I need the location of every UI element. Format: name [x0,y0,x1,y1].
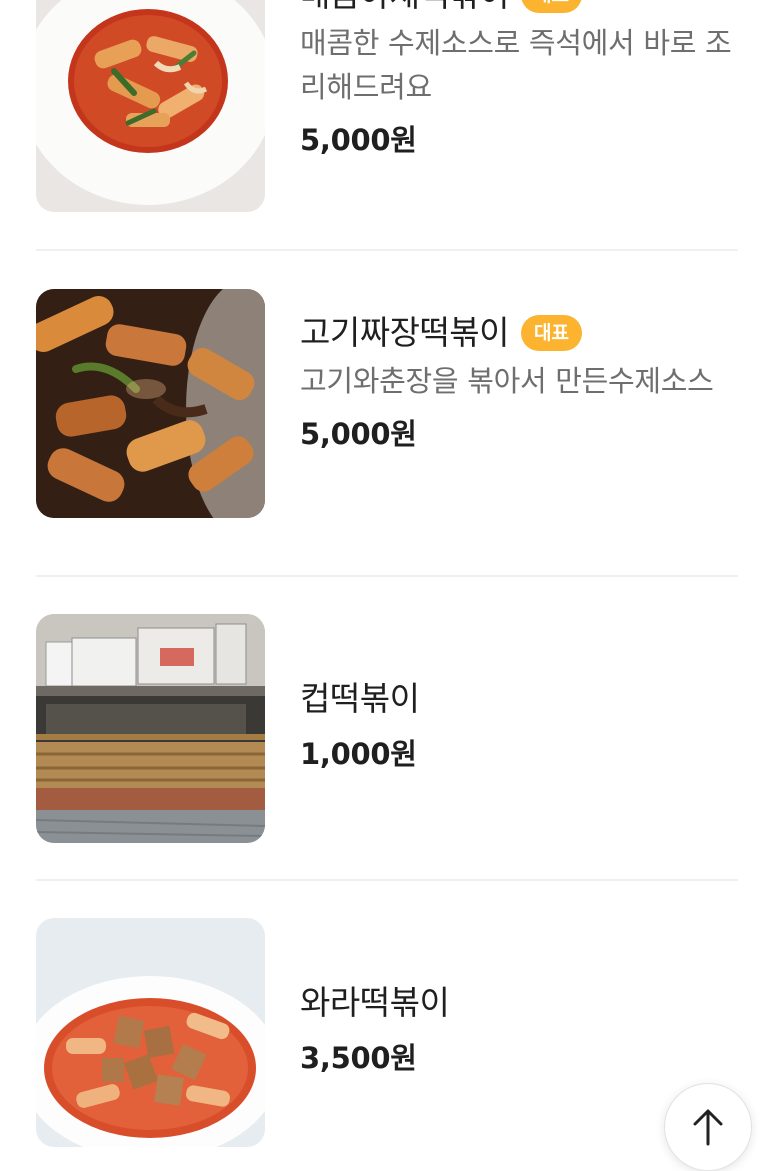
menu-item-info: 매콤야채떡볶이 대표 매콤한 수제소스로 즉석에서 바로 조리해드려요 5,00… [300,0,740,159]
menu-item-name-row: 고기짜장떡볶이 대표 [300,311,740,355]
divider [36,879,738,881]
menu-item-name: 컵떡볶이 [300,679,420,718]
menu-item-image [36,0,265,212]
storefront-photo-icon [36,614,265,843]
menu-item-image [36,614,265,843]
menu-item-image [36,289,265,518]
menu-item-description: 매콤한 수제소스로 즉석에서 바로 조리해드려요 [300,26,732,104]
menu-item-info: 와라떡볶이 3,500원 [300,981,740,1077]
signature-badge: 대표 [521,315,582,351]
menu-item-price: 5,000원 [300,417,417,451]
menu-item-info: 고기짜장떡볶이 대표 고기와춘장을 볶아서 만든수제소스 5,000원 [300,311,740,453]
signature-badge: 대표 [521,0,582,13]
menu-item-name: 매콤야채떡볶이 [300,0,510,17]
menu-item-price: 5,000원 [300,123,417,157]
divider [36,575,738,577]
menu-item-price: 1,000원 [300,737,417,771]
menu-item-name-row: 와라떡볶이 [300,981,740,1025]
spicy-tteokbokki-photo-icon [36,0,265,212]
menu-item-info: 컵떡볶이 1,000원 [300,677,740,773]
scroll-to-top-button[interactable] [664,1083,752,1171]
menu-item-image [36,918,265,1147]
menu-item-price: 3,500원 [300,1041,417,1075]
arrow-up-icon [693,1109,723,1146]
menu-item-name-row: 컵떡볶이 [300,677,740,721]
tteokbokki-fishcake-photo-icon [36,918,265,1147]
menu-item-name: 와라떡볶이 [300,983,450,1022]
menu-item-name-row: 매콤야채떡볶이 대표 [300,0,740,17]
menu-item-name: 고기짜장떡볶이 [300,313,510,352]
menu-item-description: 고기와춘장을 볶아서 만든수제소스 [300,364,714,398]
jjajang-tteokbokki-photo-icon [36,289,265,518]
divider [36,249,738,251]
